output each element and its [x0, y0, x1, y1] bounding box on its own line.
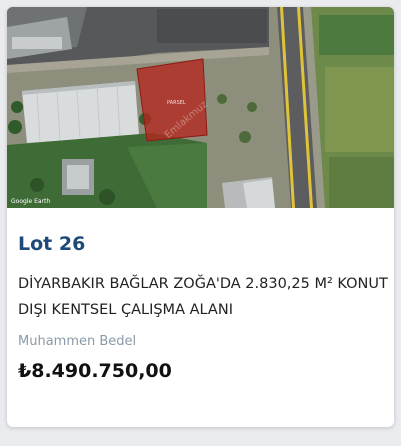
price-value: ₺8.490.750,00 [18, 360, 172, 382]
satellite-photo[interactable]: PARSEL Emlakmuz Google Earth [7, 7, 394, 208]
image-caption: Google Earth [11, 198, 50, 205]
parcel-label: PARSEL [167, 100, 186, 106]
estimate-label: Muhammen Bedel [18, 334, 137, 349]
listing-title[interactable]: DİYARBAKIR BAĞLAR ZOĞA'DA 2.830,25 M² KO… [18, 271, 388, 323]
lot-card[interactable]: PARSEL Emlakmuz Google Earth Lot 26 DİYA… [7, 7, 394, 427]
lot-number[interactable]: Lot 26 [18, 233, 85, 255]
